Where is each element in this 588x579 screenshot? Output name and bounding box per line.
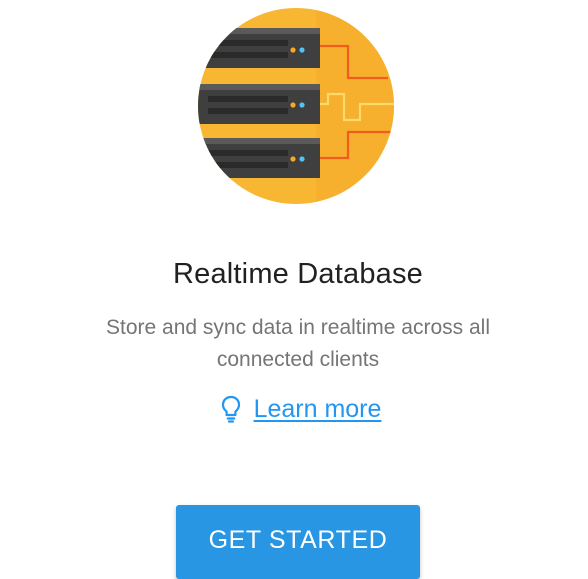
product-title: Realtime Database [172, 258, 424, 290]
get-started-button[interactable]: GET STARTED [176, 505, 420, 579]
product-description: Store and sync data in realtime across a… [105, 316, 491, 371]
learn-more-label[interactable]: Learn more [254, 392, 382, 426]
lightbulb-icon [221, 395, 240, 423]
server-rack-icon [198, 8, 394, 204]
learn-more-link[interactable]: Learn more [0, 392, 588, 426]
feature-card: Realtime Database Store and sync data in… [0, 0, 588, 579]
